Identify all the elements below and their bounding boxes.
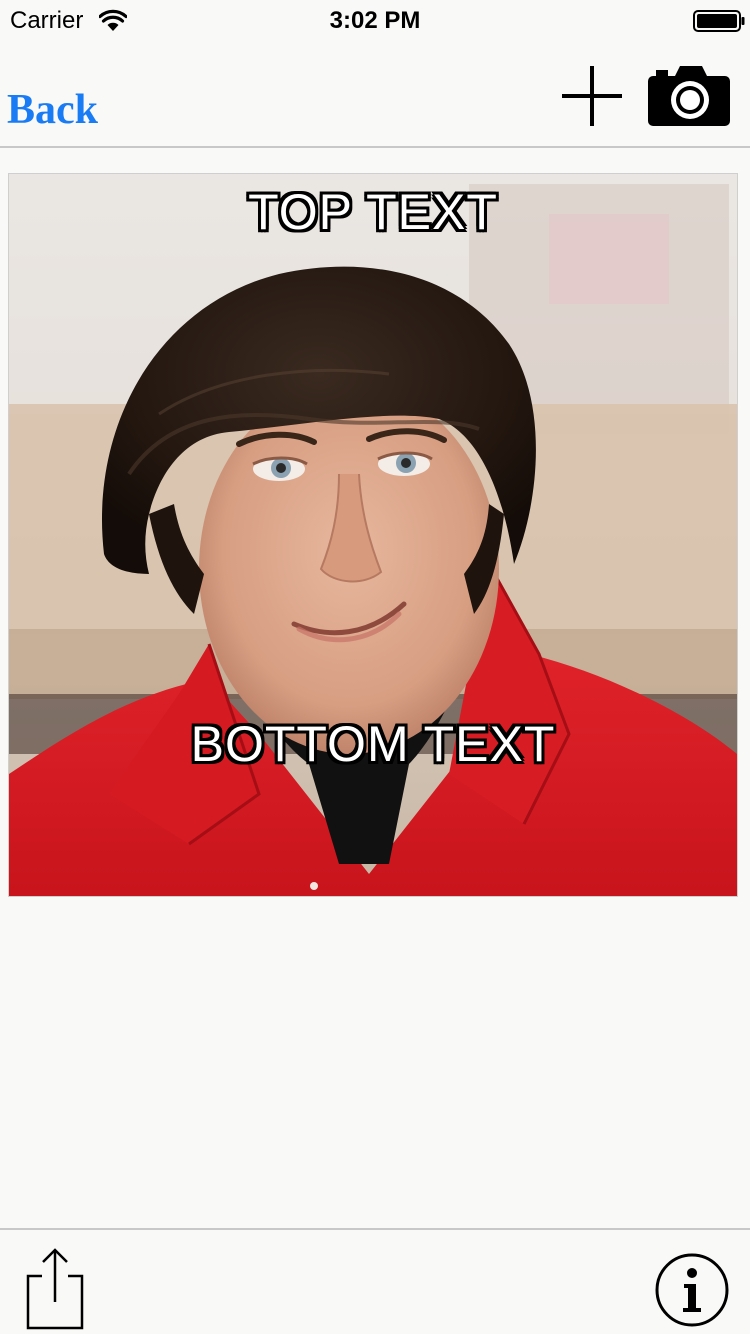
plus-icon[interactable] (558, 62, 626, 130)
camera-icon[interactable] (646, 62, 732, 128)
back-button[interactable]: Back (7, 85, 98, 135)
battery-full-icon (693, 10, 745, 32)
share-icon[interactable] (22, 1246, 88, 1330)
meme-bottom-text[interactable]: BOTTOM TEXT (9, 714, 737, 774)
bottom-toolbar (0, 1228, 750, 1334)
meme-canvas[interactable]: TOP TEXT BOTTOM TEXT (8, 173, 738, 897)
info-icon[interactable] (654, 1252, 730, 1328)
clock: 3:02 PM (329, 7, 421, 34)
meme-top-text[interactable]: TOP TEXT (9, 182, 737, 242)
navigation-bar: Back (0, 40, 750, 148)
meme-photo (9, 174, 737, 896)
status-bar: Carrier 3:02 PM (0, 0, 750, 40)
